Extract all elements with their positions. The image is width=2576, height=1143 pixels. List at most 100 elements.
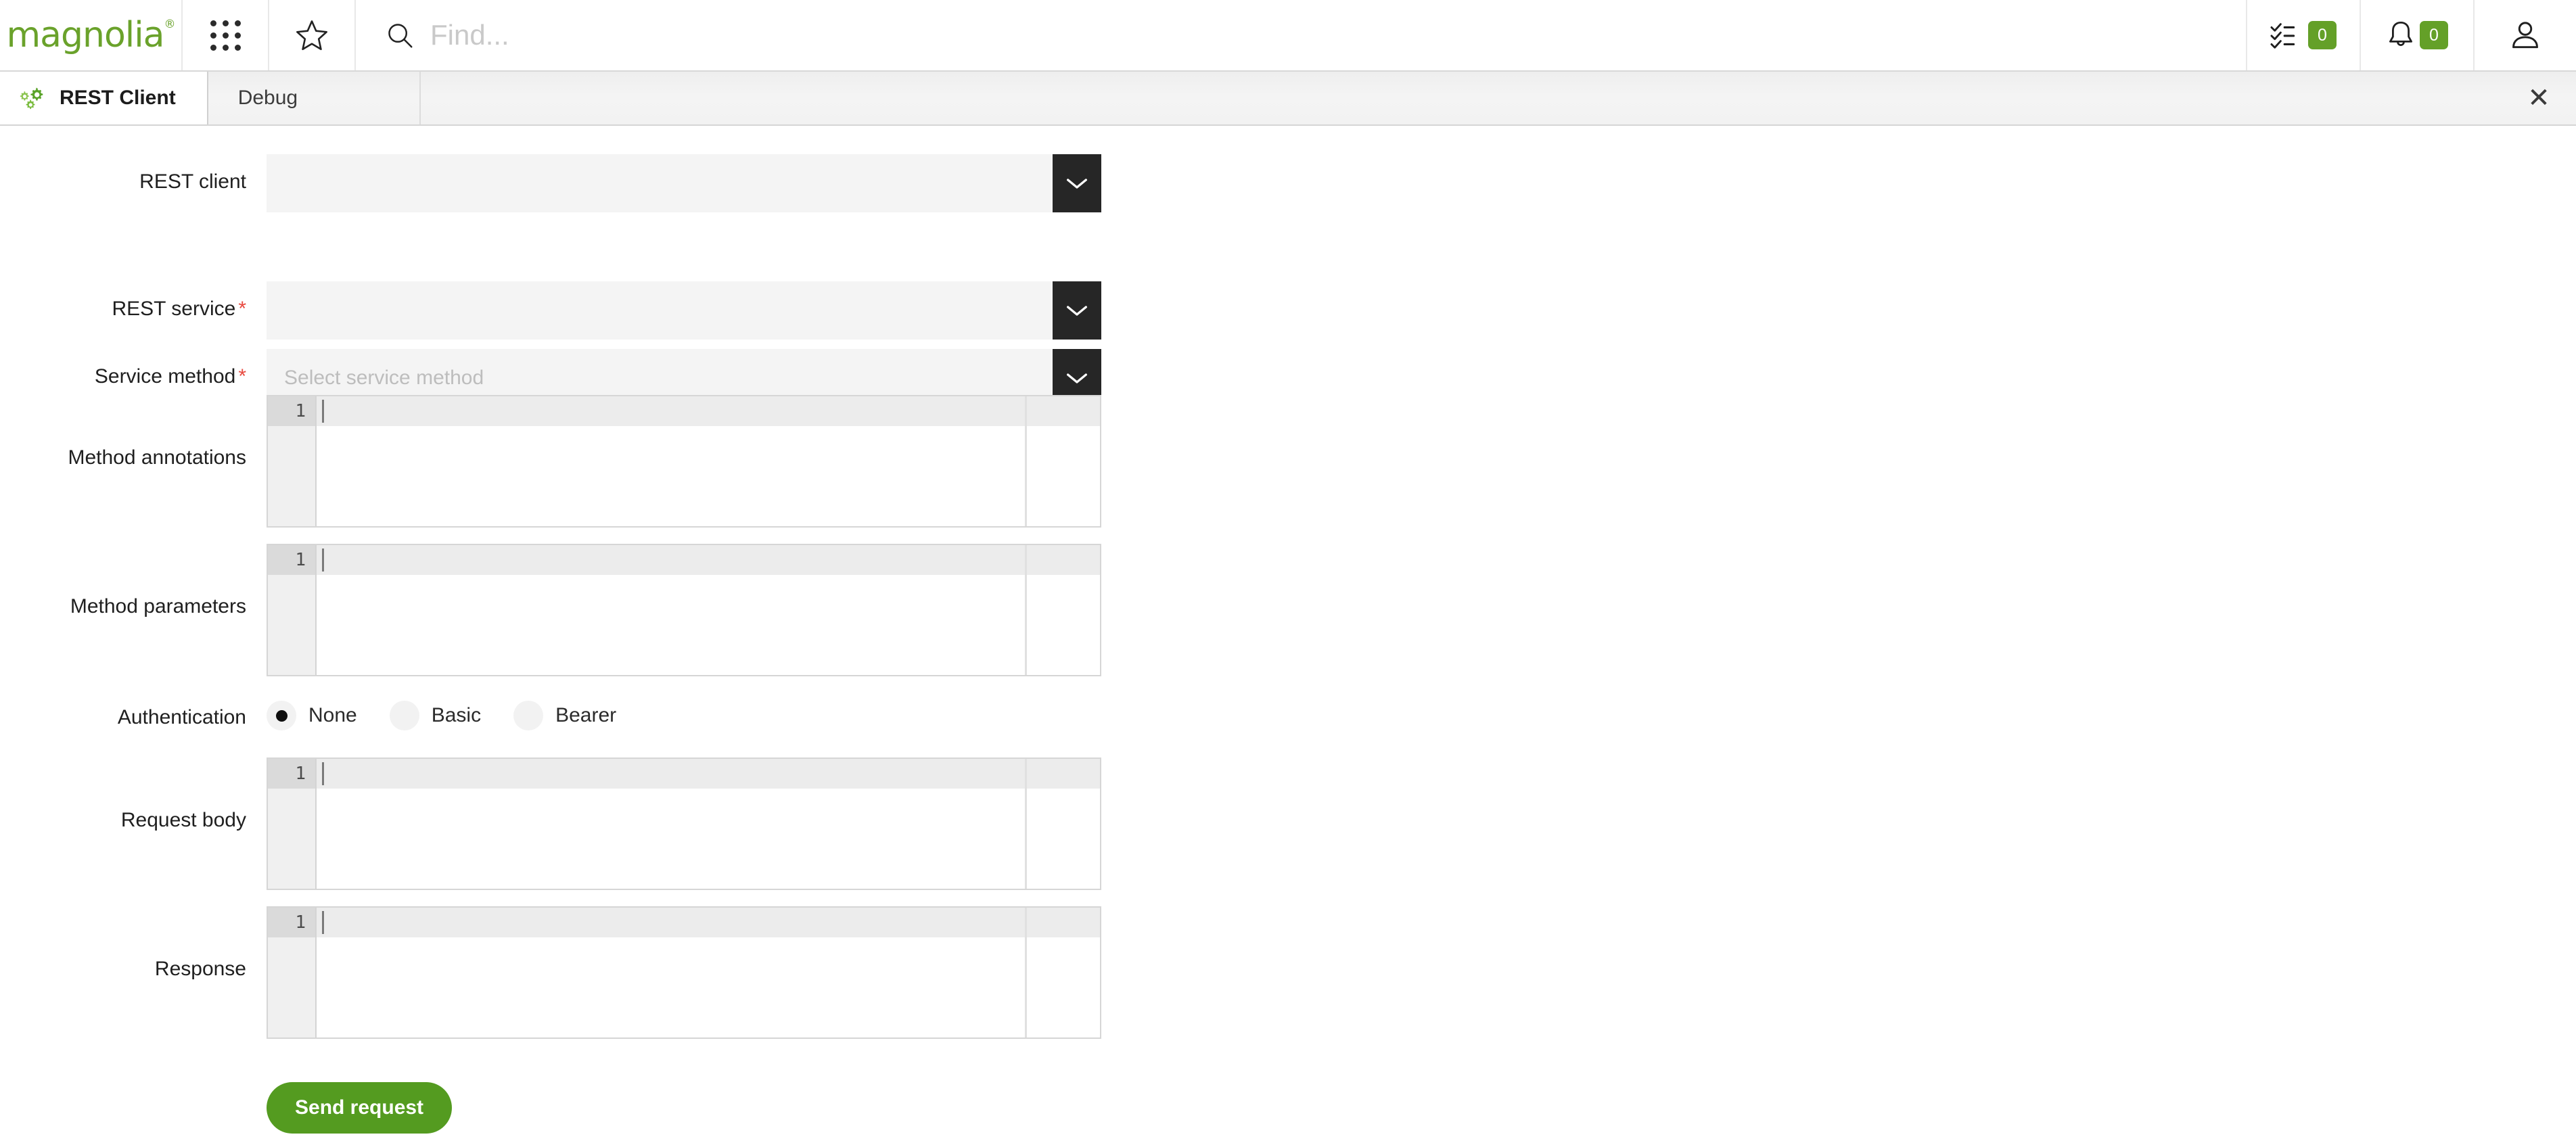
radio-bearer-label: Bearer (555, 704, 617, 726)
rest-service-select[interactable] (267, 281, 1101, 340)
request-body-label: Request body (26, 757, 267, 831)
line-number: 1 (268, 396, 315, 426)
magnolia-logo[interactable]: magnolia® (0, 0, 183, 70)
rest-client-label-text: REST client (139, 170, 246, 193)
radio-bearer-circle-icon (513, 701, 544, 730)
tab-rest-client[interactable]: REST Client (0, 72, 208, 124)
response-gutter: 1 (268, 908, 317, 1037)
line-number: 1 (268, 545, 315, 575)
response-label-text: Response (154, 958, 246, 980)
method-parameters-text-area[interactable] (317, 545, 1100, 675)
print-margin-ruler (1025, 908, 1027, 1037)
tasks-count-badge: 0 (2308, 21, 2337, 49)
rest-service-required-mark: * (238, 298, 246, 320)
active-line (317, 908, 1100, 937)
app-header: magnolia® Find... 0 0 (0, 0, 2576, 72)
notifications-count-badge: 0 (2420, 21, 2448, 49)
method-annotations-text-area[interactable] (317, 396, 1100, 526)
rest-service-dropdown-button[interactable] (1053, 281, 1101, 340)
active-line (317, 759, 1100, 789)
radio-none-label: None (308, 704, 357, 726)
text-caret (322, 549, 324, 572)
rest-client-input[interactable] (267, 154, 1053, 212)
method-parameters-gutter: 1 (268, 545, 317, 675)
response-label: Response (26, 906, 267, 979)
star-icon (296, 20, 327, 51)
tasks-checklist-icon (2270, 23, 2295, 49)
tab-bar: REST Client Debug ✕ (0, 72, 2576, 126)
chevron-down-icon (1066, 306, 1087, 316)
method-annotations-gutter: 1 (268, 396, 317, 526)
user-avatar-icon (2512, 22, 2538, 49)
chevron-down-icon (1066, 179, 1087, 189)
tab-debug[interactable]: Debug (208, 72, 421, 124)
radio-auth-none[interactable]: None (267, 701, 357, 730)
authentication-label-text: Authentication (117, 706, 246, 728)
field-rest-service: REST service * (26, 281, 1101, 340)
tab-debug-label: Debug (237, 87, 298, 109)
user-menu-button[interactable] (2475, 0, 2576, 70)
close-icon[interactable]: ✕ (2502, 72, 2576, 124)
search-input[interactable]: Find... (430, 19, 509, 51)
chevron-down-icon (1066, 373, 1087, 383)
print-margin-ruler (1025, 759, 1027, 889)
service-method-label-text: Service method (94, 365, 236, 388)
active-line (317, 545, 1100, 575)
request-body-editor[interactable]: 1 (267, 757, 1101, 890)
request-body-label-text: Request body (120, 809, 246, 831)
method-parameters-editor[interactable]: 1 (267, 544, 1101, 676)
line-number: 1 (268, 908, 315, 937)
apps-launcher-button[interactable] (183, 0, 269, 70)
tab-bar-filler (421, 72, 2502, 124)
rest-client-form: REST client REST service * Service metho… (0, 126, 2576, 1143)
field-rest-client: REST client (26, 154, 1101, 212)
print-margin-ruler (1025, 545, 1027, 675)
authentication-label: Authentication (26, 701, 267, 728)
authentication-radio-group: None Basic Bearer (267, 701, 649, 730)
method-annotations-editor[interactable]: 1 (267, 395, 1101, 528)
send-request-button[interactable]: Send request (267, 1082, 453, 1134)
service-method-label: Service method * (26, 349, 267, 387)
field-method-annotations: Method annotations 1 (26, 395, 1101, 528)
global-search[interactable]: Find... (356, 0, 2247, 70)
search-icon (388, 24, 413, 48)
favorites-button[interactable] (269, 0, 356, 70)
apps-grid-icon (210, 20, 241, 51)
logo-label: magnolia (6, 15, 164, 55)
rest-client-dropdown-button[interactable] (1053, 154, 1101, 212)
rest-client-label: REST client (26, 154, 267, 192)
text-caret (322, 400, 324, 423)
response-text-area[interactable] (317, 908, 1100, 1037)
text-caret (322, 911, 324, 934)
text-caret (322, 762, 324, 785)
radio-none-circle-icon (267, 701, 296, 730)
field-request-body: Request body 1 (26, 757, 1101, 890)
gears-icon (20, 87, 43, 110)
active-line (317, 396, 1100, 426)
method-parameters-label: Method parameters (26, 544, 267, 617)
tasks-button[interactable]: 0 (2247, 0, 2361, 70)
method-parameters-label-text: Method parameters (70, 595, 246, 617)
field-method-parameters: Method parameters 1 (26, 544, 1101, 676)
request-body-text-area[interactable] (317, 759, 1100, 889)
radio-basic-label: Basic (431, 704, 482, 726)
rest-client-select[interactable] (267, 154, 1101, 212)
radio-basic-circle-icon (389, 701, 419, 730)
tab-rest-client-label: REST Client (60, 87, 176, 109)
radio-auth-basic[interactable]: Basic (389, 701, 482, 730)
line-number: 1 (268, 759, 315, 789)
rest-service-label: REST service * (26, 281, 267, 319)
method-annotations-label: Method annotations (26, 395, 267, 468)
field-authentication: Authentication None Basic Bearer (26, 701, 649, 730)
bell-icon (2389, 22, 2412, 46)
rest-service-input[interactable] (267, 281, 1053, 340)
logo-wordmark: magnolia® (6, 15, 175, 55)
field-response: Response 1 (26, 906, 1101, 1039)
response-editor[interactable]: 1 (267, 906, 1101, 1039)
request-body-gutter: 1 (268, 759, 317, 889)
close-tab-label: ✕ (2527, 83, 2550, 113)
method-annotations-label-text: Method annotations (68, 446, 246, 469)
rest-service-label-text: REST service (112, 298, 236, 320)
notifications-button[interactable]: 0 (2361, 0, 2475, 70)
radio-auth-bearer[interactable]: Bearer (513, 701, 616, 730)
